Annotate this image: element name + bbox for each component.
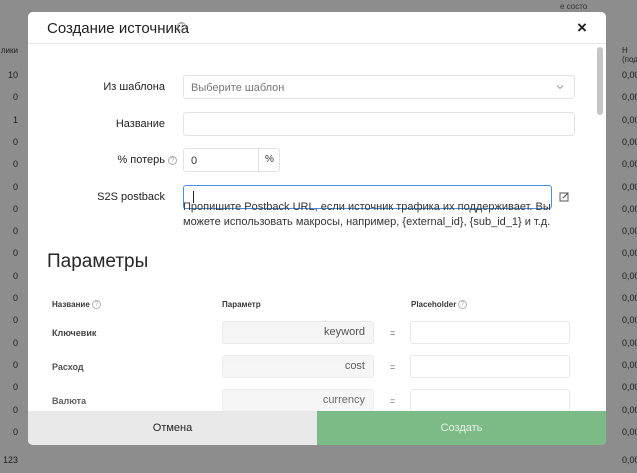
bg-cell: 0,00 bbox=[622, 226, 637, 237]
bg-cell: 0,00 bbox=[622, 293, 637, 303]
bg-cell: 0 bbox=[12, 404, 18, 415]
bg-cell: 0 bbox=[12, 248, 18, 259]
bg-cell: 0,00 bbox=[622, 92, 637, 103]
bg-cell: 0 bbox=[12, 203, 18, 214]
bg-cell: 0,00 bbox=[622, 248, 637, 259]
chevron-down-icon bbox=[556, 85, 564, 90]
help-icon[interactable]: ? bbox=[458, 300, 467, 309]
bg-cell: 0,00 bbox=[622, 455, 637, 466]
background-table-right: Н (подтв 0,00 0,00 0,00 0,00 0,00 0,00 0,00 0,00… bbox=[606, 0, 637, 473]
bg-column-status: е состо bbox=[560, 2, 588, 11]
col-name-header: Название bbox=[52, 300, 90, 309]
template-select[interactable]: Выберите шаблон bbox=[183, 75, 575, 99]
bg-cell: 0 bbox=[12, 293, 18, 303]
name-label: Название bbox=[115, 118, 165, 130]
bg-cell: 0,00 bbox=[622, 315, 637, 326]
modal-body: Из шаблона Выберите шаблон Название % по… bbox=[28, 45, 606, 411]
param-input[interactable]: cost bbox=[222, 355, 374, 378]
placeholder-input[interactable] bbox=[410, 355, 570, 378]
bg-cell: 0 bbox=[12, 382, 18, 393]
bg-cell: 0,00 bbox=[622, 404, 637, 415]
bg-cell: 0 bbox=[12, 181, 18, 192]
create-button[interactable]: Создать bbox=[317, 411, 606, 445]
bg-cell: 0,00 bbox=[622, 359, 637, 370]
scrollbar-thumb[interactable] bbox=[597, 47, 603, 115]
bg-cell: 0 bbox=[12, 136, 18, 147]
modal-title: Создание источника bbox=[47, 20, 190, 37]
percent-addon: % bbox=[258, 149, 280, 171]
bg-cell: 0,00 bbox=[622, 426, 637, 437]
bg-cell: 0 bbox=[12, 359, 18, 370]
help-icon[interactable]: ? bbox=[177, 22, 186, 31]
scrollbar[interactable] bbox=[596, 45, 604, 411]
background-top-bar: е состо bbox=[28, 0, 606, 12]
s2s-hint: Пропишите Postback URL, если источник тр… bbox=[183, 201, 551, 228]
bg-cell: 123 bbox=[2, 455, 18, 466]
bg-cell: 0 bbox=[12, 337, 18, 348]
placeholder-input[interactable] bbox=[410, 321, 570, 344]
bg-cell: 0,00 bbox=[622, 270, 637, 281]
col-placeholder-header: Placeholder bbox=[411, 300, 457, 309]
bg-header-clicks: лики bbox=[0, 46, 18, 55]
bg-cell: 0 bbox=[12, 426, 18, 437]
col-param-header: Параметр bbox=[222, 300, 261, 309]
cancel-button[interactable]: Отмена bbox=[28, 411, 317, 445]
placeholder-input[interactable] bbox=[410, 389, 570, 411]
loss-input-value: 0 bbox=[191, 155, 198, 167]
close-button[interactable]: × bbox=[577, 18, 587, 38]
bg-cell: 10 bbox=[7, 70, 18, 80]
param-input[interactable]: currency bbox=[222, 389, 374, 411]
background-table-left: лики 10 0 1 0 0 0 0 0 0 0 0 0 0 0 0 0 0 123 bbox=[0, 0, 28, 473]
bg-cell: 1 bbox=[12, 114, 18, 125]
bg-cell: 0,00 bbox=[622, 114, 637, 125]
bg-cell: 0 bbox=[12, 315, 18, 326]
modal-header: Создание источника ? × bbox=[28, 12, 606, 44]
loss-label: % потерь bbox=[117, 154, 165, 166]
bg-cell: 0,00 bbox=[622, 70, 637, 80]
bg-cell: 0 bbox=[12, 159, 18, 170]
s2s-label: S2S postback bbox=[97, 191, 165, 203]
template-label: Из шаблона bbox=[103, 81, 165, 93]
equals-sign: = bbox=[390, 328, 396, 338]
bg-cell: 0,00 bbox=[622, 181, 637, 192]
template-select-value: Выберите шаблон bbox=[191, 82, 285, 94]
bg-cell: 0 bbox=[12, 226, 18, 237]
equals-sign: = bbox=[390, 362, 396, 372]
bg-header-revenue: Н (подтв bbox=[622, 46, 637, 64]
help-icon[interactable]: ? bbox=[168, 156, 177, 165]
create-source-modal: Создание источника ? × Из шаблона Выбери… bbox=[28, 12, 606, 445]
bg-cell: 0,00 bbox=[622, 382, 637, 393]
loss-input[interactable]: 0 % bbox=[183, 148, 280, 172]
equals-sign: = bbox=[390, 396, 396, 406]
name-input[interactable] bbox=[183, 112, 575, 136]
param-input[interactable]: keyword bbox=[222, 321, 374, 344]
bg-cell: 0,00 bbox=[622, 337, 637, 348]
bg-cell: 0,00 bbox=[622, 136, 637, 147]
param-row-name: Ключевик bbox=[52, 328, 97, 338]
bg-cell: 0 bbox=[12, 92, 18, 103]
param-row-name: Валюта bbox=[52, 396, 87, 406]
bg-cell: 0,00 bbox=[622, 159, 637, 170]
help-icon[interactable]: ? bbox=[92, 300, 101, 309]
params-section-title: Параметры bbox=[47, 251, 149, 272]
bg-cell: 0,00 bbox=[622, 203, 637, 214]
param-row-name: Расход bbox=[52, 362, 84, 372]
bg-cell: 0 bbox=[12, 270, 18, 281]
modal-footer: Отмена Создать bbox=[28, 411, 606, 445]
